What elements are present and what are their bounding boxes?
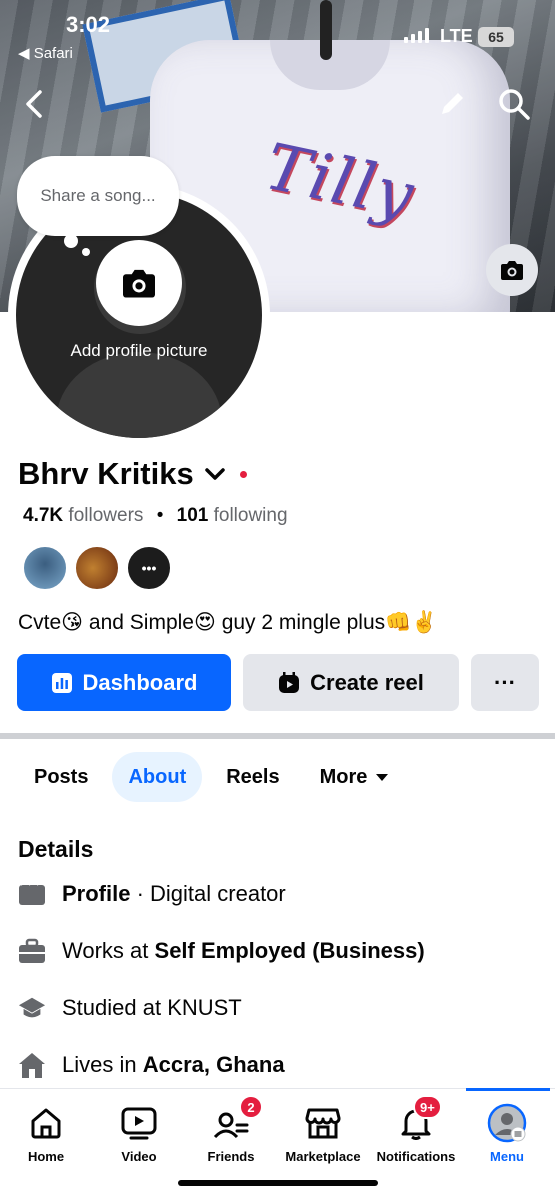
bubble-tail-dot	[82, 248, 90, 256]
profile-tabs: Posts About Reels More	[18, 752, 405, 802]
detail-residence-bold[interactable]: Accra, Ghana	[143, 1052, 285, 1077]
marketplace-icon	[305, 1108, 341, 1139]
back-button[interactable]	[12, 82, 56, 126]
status-bar: 3:02 ◀ Safari LTE 65	[0, 0, 555, 64]
tab-label: More	[319, 765, 368, 788]
profile-name: Bhrv Kritiks	[18, 456, 194, 491]
bubble-tail-dot	[64, 234, 78, 248]
video-icon	[121, 1107, 157, 1140]
more-options-button[interactable]: ···	[471, 654, 539, 711]
edit-button[interactable]	[430, 82, 474, 126]
following-count: 101	[176, 505, 209, 526]
avatar-placeholder-body	[56, 352, 222, 438]
back-to-app[interactable]: ◀ Safari	[18, 44, 73, 62]
nav-menu[interactable]: Menu	[476, 1089, 538, 1200]
nav-label: Notifications	[376, 1149, 456, 1164]
nav-notifications[interactable]: 9+ Notifications	[370, 1089, 462, 1200]
nav-label: Friends	[207, 1149, 255, 1164]
detail-text: Lives in Accra, Ghana	[62, 1052, 285, 1078]
detail-work-bold[interactable]: Self Employed (Business)	[155, 938, 425, 963]
briefcase-icon	[18, 937, 46, 965]
nav-label: Home	[27, 1149, 65, 1164]
more-options-icon: ···	[494, 669, 516, 695]
tab-reels[interactable]: Reels	[210, 752, 295, 802]
follow-stats[interactable]: 4.7K followers • 101 following	[23, 505, 288, 527]
battery-icon: 65	[478, 27, 514, 47]
camera-icon	[501, 261, 523, 280]
more-friends-icon[interactable]: •••	[126, 545, 172, 591]
dashboard-label: Dashboard	[82, 669, 198, 695]
detail-work-prefix: Works at	[62, 938, 155, 963]
nav-label: Marketplace	[285, 1149, 361, 1164]
stats-separator: •	[156, 505, 164, 526]
notifications-badge: 9+	[413, 1095, 442, 1119]
detail-text: Profile · Digital creator	[62, 881, 286, 907]
detail-work: Works at Self Employed (Business)	[18, 937, 425, 965]
back-app-label: Safari	[33, 45, 73, 62]
dashboard-icon	[51, 672, 72, 693]
home-indicator[interactable]	[178, 1180, 378, 1186]
create-reel-label: Create reel	[310, 669, 424, 695]
clapperboard-icon	[18, 880, 46, 908]
profile-menu-icon	[487, 1103, 527, 1143]
tab-posts[interactable]: Posts	[18, 752, 104, 802]
share-song-placeholder: Share a song...	[40, 186, 156, 205]
following-label: following	[213, 505, 288, 526]
detail-education-text: Studied at KNUST	[62, 995, 242, 1020]
detail-residence: Lives in Accra, Ghana	[18, 1051, 285, 1079]
friend-avatar[interactable]	[22, 545, 68, 591]
edit-cover-photo-button[interactable]	[486, 244, 538, 296]
pencil-icon	[442, 93, 463, 114]
followers-label: followers	[68, 505, 144, 526]
notification-dot	[239, 470, 247, 478]
camera-icon	[123, 269, 155, 298]
nav-video[interactable]: Video	[108, 1089, 170, 1200]
friend-avatars[interactable]: •••	[22, 545, 172, 591]
home-icon	[31, 1108, 61, 1139]
search-button[interactable]	[492, 82, 536, 126]
tab-label: Posts	[34, 765, 89, 788]
tab-more[interactable]: More	[304, 752, 406, 802]
profile-actions: Dashboard Create reel ···	[17, 654, 539, 711]
friends-badge: 2	[239, 1095, 263, 1119]
active-nav-indicator	[466, 1088, 550, 1091]
details-heading: Details	[18, 836, 94, 862]
add-profile-picture-button[interactable]	[96, 240, 182, 326]
detail-profile-rest: · Digital creator	[130, 881, 286, 906]
chevron-down-icon[interactable]	[204, 466, 226, 482]
dashboard-button[interactable]: Dashboard	[17, 654, 231, 711]
detail-profile-bold: Profile	[62, 881, 131, 906]
section-divider	[0, 733, 555, 739]
friend-avatar[interactable]	[74, 545, 120, 591]
nav-home[interactable]: Home	[15, 1089, 77, 1200]
tab-about[interactable]: About	[112, 752, 203, 802]
graduation-cap-icon	[18, 994, 46, 1022]
search-icon	[499, 89, 530, 120]
status-time: 3:02	[66, 12, 111, 37]
tab-label: About	[128, 765, 187, 788]
nav-label: Menu	[490, 1149, 524, 1164]
nav-label: Video	[121, 1149, 157, 1164]
house-icon	[18, 1051, 46, 1079]
followers-count: 4.7K	[23, 505, 64, 526]
detail-education: Studied at KNUST	[18, 994, 242, 1022]
reel-icon	[279, 671, 300, 693]
detail-residence-prefix: Lives in	[62, 1052, 143, 1077]
chevron-left-icon	[26, 90, 42, 118]
network-label: LTE	[440, 26, 473, 46]
share-song-bubble[interactable]: Share a song...	[17, 156, 179, 236]
caret-down-icon	[376, 774, 389, 781]
profile-name-row: Bhrv Kritiks	[18, 456, 247, 492]
signal-icon	[404, 28, 429, 43]
tab-label: Reels	[226, 765, 280, 788]
add-profile-picture-label: Add profile picture	[70, 341, 208, 360]
detail-text: Works at Self Employed (Business)	[62, 938, 425, 964]
detail-profile: Profile · Digital creator	[18, 880, 286, 908]
create-reel-button[interactable]: Create reel	[243, 654, 459, 711]
profile-bio: Cvte😘 and Simple😍 guy 2 mingle plus👊✌️	[18, 611, 438, 634]
